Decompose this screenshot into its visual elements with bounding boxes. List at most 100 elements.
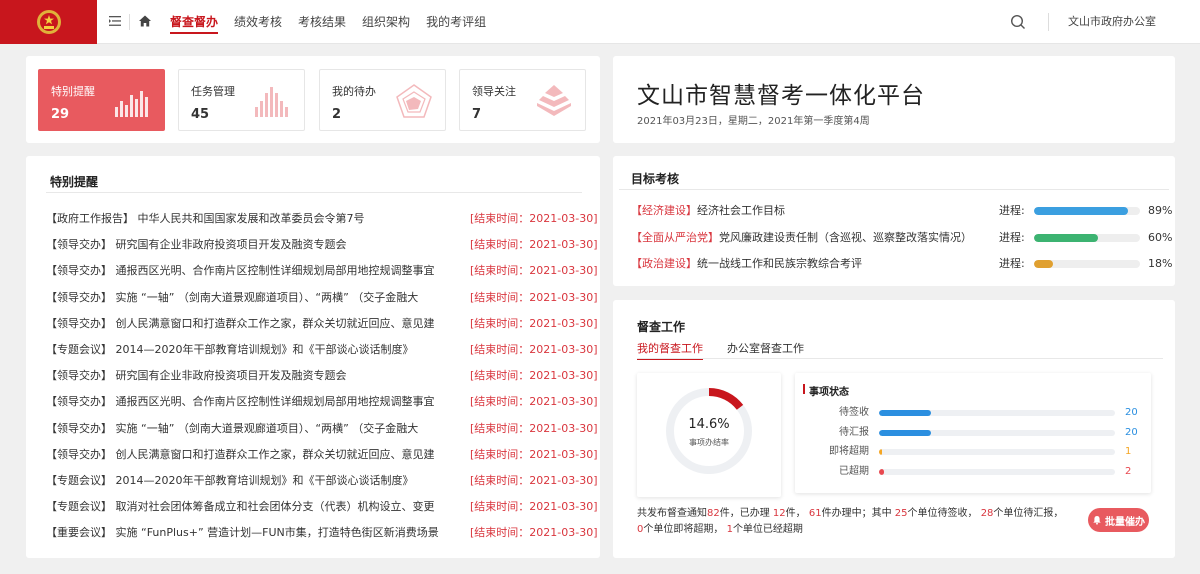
target-row[interactable]: 【政治建设】统一战线工作和民族宗教综合考评 进程: 18% [631,251,1172,277]
tab-divider [637,358,1163,359]
reminder-text: 【领导交办】 通报西区光明、合作南片区控制性详细规划局部用地控规调整事宜 [46,264,435,278]
reminder-row[interactable]: 【专题会议】 取消对社会团体筹备成立和社会团体分支（代表）机构设立、变更 [结束时… [46,494,598,520]
stat-value: 2 [332,107,342,122]
progress-label: 进程: [999,257,1025,270]
batch-urge-label: 批量催办 [1105,516,1145,528]
nav-organization[interactable]: 组织架构 [362,0,410,44]
stat-card-leader-attention[interactable]: 领导关注 7 [459,69,586,131]
nav-results[interactable]: 考核结果 [298,0,346,44]
nav-performance[interactable]: 绩效考核 [234,0,282,44]
search-icon[interactable] [1010,14,1026,30]
reminder-row[interactable]: 【专题会议】 2014—2020年干部教育培训规划》和《干部谈心谈话制度》 [结束… [46,337,598,363]
reminder-row[interactable]: 【领导交办】 创人民满意窗口和打造群众工作之家，群众关切就近回应、意见建 [结束时… [46,311,598,337]
reminder-row[interactable]: 【重要会议】 实施 “FunPlus+” 营造计划—FUN市集，打造特色街区新消… [46,520,598,546]
progress-percent: 18% [1148,257,1173,270]
header-divider [1048,13,1049,31]
status-row[interactable]: 已超期 2 [795,463,1151,481]
progress-bar [1034,233,1140,242]
supervision-tabs: 我的督查工作 办公室督查工作 [637,340,828,360]
status-value: 20 [1125,426,1138,438]
reminder-text: 【专题会议】 2014—2020年干部教育培训规划》和《干部谈心谈话制度》 [46,473,414,487]
stat-value: 29 [51,107,70,122]
reminder-text: 【领导交办】 通报西区光明、合作南片区控制性详细规划局部用地控规调整事宜 [46,395,435,409]
target-category: 【全面从严治党】 [631,230,719,244]
bar-chart-icon [255,87,288,117]
reminder-text: 【领导交办】 研究国有企业非政府投资项目开发及融资专题会 [46,369,347,383]
status-fill [879,468,884,475]
summary-text: 个单位待签收， [907,508,978,519]
progress-fill [1034,207,1129,215]
reminder-row[interactable]: 【领导交办】 研究国有企业非政府投资项目开发及融资专题会 [结束时间：2021-0… [46,363,598,389]
supervision-panel: 督查工作 我的督查工作 办公室督查工作 14.6% 事项办结率 事项状态 待签收… [613,300,1175,558]
section-title: 目标考核 [631,172,680,186]
target-name: 统一战线工作和民族宗教综合考评 [697,257,862,270]
target-category: 【经济建设】 [631,204,697,217]
reminder-deadline: [结束时间：2021-03-30] [470,238,598,252]
summary-number: 28 [980,508,994,519]
status-bar [879,449,1115,455]
reminder-row[interactable]: 【领导交办】 实施 “一轴” （剑南大道景观廊道项目）、“两横” （交子金融大 [… [46,285,598,311]
home-icon[interactable] [138,14,152,28]
summary-text: 个单位即将超期， [643,524,724,535]
user-org-name[interactable]: 文山市政府办公室 [1068,0,1156,44]
reminder-row[interactable]: 【领导交办】 通报西区光明、合作南片区控制性详细规划局部用地控规调整事宜 [结束时… [46,389,598,415]
menu-icon[interactable] [108,14,122,28]
target-row[interactable]: 【经济建设】经济社会工作目标 进程: 89% [631,198,1172,224]
status-bar [879,429,1115,436]
summary-text: 件， [785,508,806,519]
status-row[interactable]: 待汇报 20 [795,424,1151,442]
tab-office-supervision[interactable]: 办公室督查工作 [727,340,804,358]
reminder-row[interactable]: 【领导交办】 通报西区光明、合作南片区控制性详细规划局部用地控规调整事宜 [结束时… [46,258,598,284]
summary-text: 个单位待汇报， [993,508,1064,519]
progress-label: 进程: [999,230,1025,244]
progress-bar [1034,207,1140,215]
status-value: 1 [1125,446,1132,457]
completion-rate-card: 14.6% 事项办结率 [637,373,781,497]
progress-label: 进程: [999,204,1025,217]
tab-my-supervision[interactable]: 我的督查工作 [637,340,703,360]
national-emblem-logo [0,0,97,44]
reminder-text: 【领导交办】 实施 “一轴” （剑南大道景观廊道项目）、“两横” （交子金融大 [46,421,419,435]
status-label: 已超期 [839,465,869,477]
bell-icon [1093,516,1101,525]
header-divider [129,14,130,30]
top-bar: 督查督办 绩效考核 考核结果 组织架构 我的考评组 文山市政府办公室 [0,0,1200,44]
reminder-deadline: [结束时间：2021-03-30] [470,421,598,435]
reminder-row[interactable]: 【政府工作报告】 中华人民共和国国家发展和改革委员会令第7号 [结束时间：2021… [46,206,598,232]
summary-text: 共发布督查通知 [637,508,707,519]
status-row[interactable]: 即将超期 1 [795,443,1151,461]
stat-card-task-management[interactable]: 任务管理 45 [178,69,305,131]
progress-bar [1034,260,1140,268]
nav-supervise[interactable]: 督查督办 [170,0,219,44]
summary-text: 件办理中；其中 [821,508,895,519]
batch-urge-button[interactable]: 批量催办 [1088,508,1149,532]
radar-chart-icon [396,84,432,118]
reminder-text: 【重要会议】 实施 “FunPlus+” 营造计划—FUN市集，打造特色街区新消… [46,526,439,540]
reminder-row[interactable]: 【领导交办】 实施 “一轴” （剑南大道景观廊道项目）、“两横” （交子金融大 [… [46,416,598,442]
reminder-text: 【领导交办】 实施 “一轴” （剑南大道景观廊道项目）、“两横” （交子金融大 [46,290,419,304]
section-divider [46,192,582,193]
status-row[interactable]: 待签收 20 [795,404,1151,422]
stat-value: 45 [191,107,210,122]
reminder-row[interactable]: 【专题会议】 2014—2020年干部教育培训规划》和《干部谈心谈话制度》 [结束… [46,468,598,494]
progress-percent: 60% [1148,230,1173,244]
completion-rate-value: 14.6% [688,417,730,432]
summary-text: 件，已办理 [719,508,773,519]
target-category: 【政治建设】 [631,257,697,270]
reminder-deadline: [结束时间：2021-03-30] [470,342,598,356]
stat-card-special-reminder[interactable]: 特别提醒 29 [38,69,165,131]
target-assessment-panel: 目标考核 【经济建设】经济社会工作目标 进程: 89% 【全面从严治党】党风廉政建设责… [613,156,1175,286]
bar-chart-icon [115,91,148,117]
target-row[interactable]: 【全面从严治党】党风廉政建设责任制（含巡视、巡察整改落实情况） 进程: 60% [631,225,1172,251]
stat-value: 7 [472,107,482,122]
status-fill [879,410,931,416]
nav-my-group[interactable]: 我的考评组 [426,0,486,44]
reminder-deadline: [结束时间：2021-03-30] [470,526,598,540]
reminder-row[interactable]: 【领导交办】 研究国有企业非政府投资项目开发及融资专题会 [结束时间：2021-0… [46,232,598,258]
section-divider [619,189,1169,190]
item-status-card: 事项状态 待签收 20 待汇报 20 即将超期 1 已超期 2 [795,373,1151,493]
reminder-text: 【领导交办】 创人民满意窗口和打造群众工作之家，群众关切就近回应、意见建 [46,447,435,461]
summary-text: 个单位已经超期 [732,524,803,535]
reminder-row[interactable]: 【领导交办】 创人民满意窗口和打造群众工作之家，群众关切就近回应、意见建 [结束时… [46,442,598,468]
stat-card-my-todo[interactable]: 我的待办 2 [319,69,446,131]
